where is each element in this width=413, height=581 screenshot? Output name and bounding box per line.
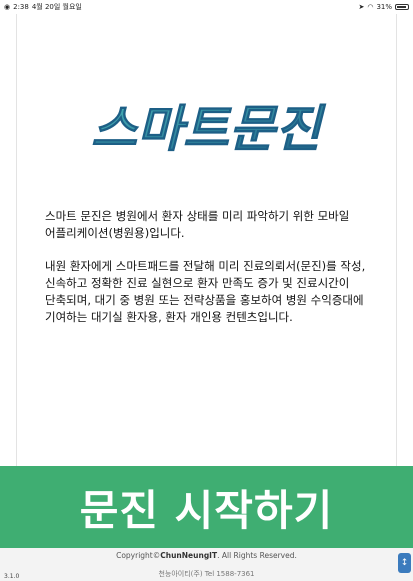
battery-percent: 31%: [376, 3, 392, 11]
location-icon: ➤: [358, 3, 365, 11]
company-contact: 천능아이티(주) Tel 1588-7361: [158, 570, 255, 578]
app-icon[interactable]: ↕: [398, 553, 411, 573]
copyright-text: Copyright©ChunNeungIT. All Rights Reserv…: [0, 551, 413, 560]
status-bar: ◉ 2:38 4월 20일 월요일 ➤ ◠ 31%: [0, 0, 413, 14]
status-time: 2:38: [13, 3, 29, 11]
intro-paragraph-2: 내원 환자에게 스마트패드를 전달해 미리 진료의뢰서(문진)를 작성, 신속하…: [45, 259, 366, 324]
version-label: 3.1.0: [4, 573, 20, 580]
app-logo: 스마트문진: [80, 90, 333, 166]
start-questionnaire-button[interactable]: 문진 시작하기: [0, 466, 413, 548]
intro-paragraph-1: 스마트 문진은 병원에서 환자 상태를 미리 파악하기 위한 모바일 어플리케이…: [45, 209, 350, 240]
device-icon: ◉: [4, 3, 11, 11]
wifi-icon: ◠: [367, 3, 374, 11]
copyright-suffix: . All Rights Reserved.: [217, 551, 297, 560]
battery-icon: [395, 4, 409, 10]
status-right: ➤ ◠ 31%: [358, 0, 409, 14]
app-logo-text: 스마트문진: [91, 100, 326, 158]
copyright-prefix: Copyright: [116, 551, 153, 560]
intro-text: 스마트 문진은 병원에서 환자 상태를 미리 파악하기 위한 모바일 어플리케이…: [45, 208, 369, 342]
app-logo-graphic: 스마트문진: [91, 100, 327, 159]
status-date: 4월 20일 월요일: [31, 3, 82, 11]
footer: Copyright©ChunNeungIT. All Rights Reserv…: [0, 548, 413, 581]
company-name: ChunNeungIT: [160, 551, 218, 560]
status-left: ◉ 2:38 4월 20일 월요일: [4, 0, 82, 14]
